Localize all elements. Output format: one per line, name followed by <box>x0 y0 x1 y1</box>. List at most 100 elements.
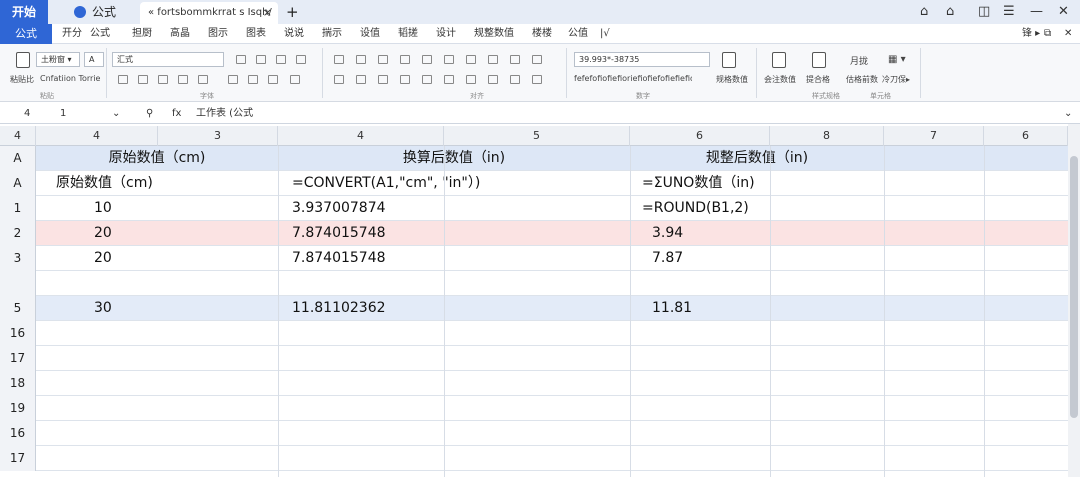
btn1-label[interactable]: 会注数值 <box>764 74 796 85</box>
font-color-icon[interactable] <box>158 75 168 84</box>
scrollbar-thumb[interactable] <box>1070 156 1078 418</box>
menu-item[interactable]: 说说 <box>284 24 304 44</box>
align-top-icon[interactable] <box>334 55 344 64</box>
column-header[interactable]: 4 <box>36 126 158 146</box>
italic-icon[interactable] <box>256 55 266 64</box>
table-cell[interactable] <box>56 396 278 421</box>
row-header[interactable]: 17 <box>0 346 36 371</box>
shrink-font-icon[interactable] <box>198 75 208 84</box>
close-tab-icon[interactable]: × <box>263 2 272 24</box>
align-right-icon[interactable] <box>510 55 520 64</box>
close-doc-icon[interactable]: ✕ <box>1064 24 1072 44</box>
vertical-scrollbar[interactable] <box>1068 124 1080 477</box>
table-cell[interactable] <box>642 271 884 296</box>
table-cell[interactable]: =ΣUNO数值（in) <box>642 171 884 196</box>
phonetic-icon[interactable] <box>248 75 258 84</box>
table-cell[interactable]: 换算后数值（in) <box>278 146 630 171</box>
outdent-icon[interactable] <box>488 55 498 64</box>
menu-item[interactable]: 楼楼 <box>532 24 552 44</box>
row-header[interactable]: 19 <box>0 396 36 421</box>
table-cell[interactable] <box>292 271 630 296</box>
table-cell[interactable] <box>292 346 630 371</box>
table-cell[interactable] <box>642 396 884 421</box>
table-cell[interactable] <box>292 421 630 446</box>
number-format-select[interactable]: 39.993*-38735 <box>574 52 710 67</box>
row-header[interactable]: 2 <box>0 221 36 246</box>
text-dir-icon[interactable] <box>488 75 498 84</box>
fill-icon[interactable] <box>138 75 148 84</box>
table-cell[interactable] <box>642 321 884 346</box>
align-bottom-icon[interactable] <box>378 55 388 64</box>
grow-font-icon[interactable] <box>178 75 188 84</box>
table-cell[interactable] <box>642 371 884 396</box>
indent-icon[interactable] <box>466 55 476 64</box>
table-cell[interactable]: =CONVERT(A1,"cm", "in"）) <box>292 171 630 196</box>
column-header[interactable]: 6 <box>630 126 770 146</box>
table-cell[interactable]: 7.874015748 <box>292 221 630 246</box>
table-cell[interactable]: 规整后数值（in) <box>630 146 884 171</box>
menu-item[interactable]: 揣示 <box>322 24 342 44</box>
column-header[interactable]: 6 <box>984 126 1068 146</box>
formula-menu-button[interactable]: 公式 <box>0 24 52 44</box>
document-icon[interactable] <box>812 52 826 68</box>
chevron-down-icon[interactable]: ⌄ <box>112 104 120 124</box>
row-header[interactable]: 1 <box>0 196 36 221</box>
table-cell[interactable]: 原始数值（cm) <box>56 171 278 196</box>
btn4-label[interactable]: 估格前数 <box>846 74 878 85</box>
formula-input[interactable]: 工作表 (公式 <box>196 104 253 124</box>
effect-icon[interactable] <box>268 75 278 84</box>
table-cell[interactable]: =ROUND(B1,2) <box>642 196 884 221</box>
doc-tab[interactable]: 公式 <box>92 0 116 24</box>
table-cell[interactable]: 3.937007874 <box>292 196 630 221</box>
table-cell[interactable]: 11.81 <box>652 296 894 321</box>
align-middle-icon[interactable] <box>356 55 366 64</box>
menu-item[interactable]: 图示 <box>208 24 228 44</box>
cond-format-icon[interactable] <box>722 52 736 68</box>
menu-item[interactable]: |√ <box>600 24 610 44</box>
justify-icon[interactable] <box>378 75 388 84</box>
fill-align-icon[interactable] <box>400 75 410 84</box>
filter-icon[interactable] <box>772 52 786 68</box>
table-cell[interactable] <box>56 421 278 446</box>
table-cell[interactable] <box>292 371 630 396</box>
orientation-icon[interactable] <box>400 55 410 64</box>
row-header[interactable]: 16 <box>0 421 36 446</box>
column-header[interactable]: 4 <box>278 126 444 146</box>
table-cell[interactable] <box>292 321 630 346</box>
center-across-icon[interactable] <box>422 75 432 84</box>
table-cell[interactable] <box>56 371 278 396</box>
menu-item[interactable]: 担厨 <box>132 24 152 44</box>
underline-icon[interactable] <box>276 55 286 64</box>
table-cell[interactable]: 10 <box>94 196 316 221</box>
table-cell[interactable] <box>56 321 278 346</box>
table-cell[interactable] <box>56 271 278 296</box>
table-cell[interactable]: 7.87 <box>652 246 894 271</box>
distribute-icon[interactable] <box>532 55 542 64</box>
cell-reference-box[interactable]: 1 <box>60 104 66 124</box>
table-cell[interactable] <box>642 446 884 471</box>
row-header[interactable]: 17 <box>0 446 36 471</box>
align-left-icon[interactable] <box>334 75 344 84</box>
more-font-icon[interactable] <box>290 75 300 84</box>
btn3-label[interactable]: 月拢 <box>850 54 868 67</box>
row-header[interactable]: A <box>0 146 36 171</box>
menu-item[interactable]: 规整数值 <box>474 24 514 44</box>
restore-icon[interactable]: ⧉ <box>1044 24 1051 44</box>
close-window-icon[interactable]: ✕ <box>1058 0 1069 24</box>
column-header[interactable]: 3 <box>158 126 278 146</box>
format-box[interactable]: A <box>84 52 104 67</box>
menu-item[interactable]: 设值 <box>360 24 380 44</box>
pin-icon[interactable]: ⚲ <box>146 104 153 124</box>
table-cell[interactable] <box>56 446 278 471</box>
align-center-icon[interactable] <box>356 75 366 84</box>
strike-icon[interactable] <box>296 55 306 64</box>
bold-icon[interactable] <box>236 55 246 64</box>
table-cell[interactable] <box>642 421 884 446</box>
column-header[interactable]: 4 <box>0 126 36 146</box>
menu-item[interactable]: 设计 <box>436 24 456 44</box>
btn2-label[interactable]: 提合格 <box>806 74 830 85</box>
row-header[interactable]: 16 <box>0 321 36 346</box>
merge-icon[interactable] <box>444 55 454 64</box>
menu-item[interactable]: 高晶 <box>170 24 190 44</box>
table-cell[interactable]: 原始数值（cm) <box>36 146 278 171</box>
